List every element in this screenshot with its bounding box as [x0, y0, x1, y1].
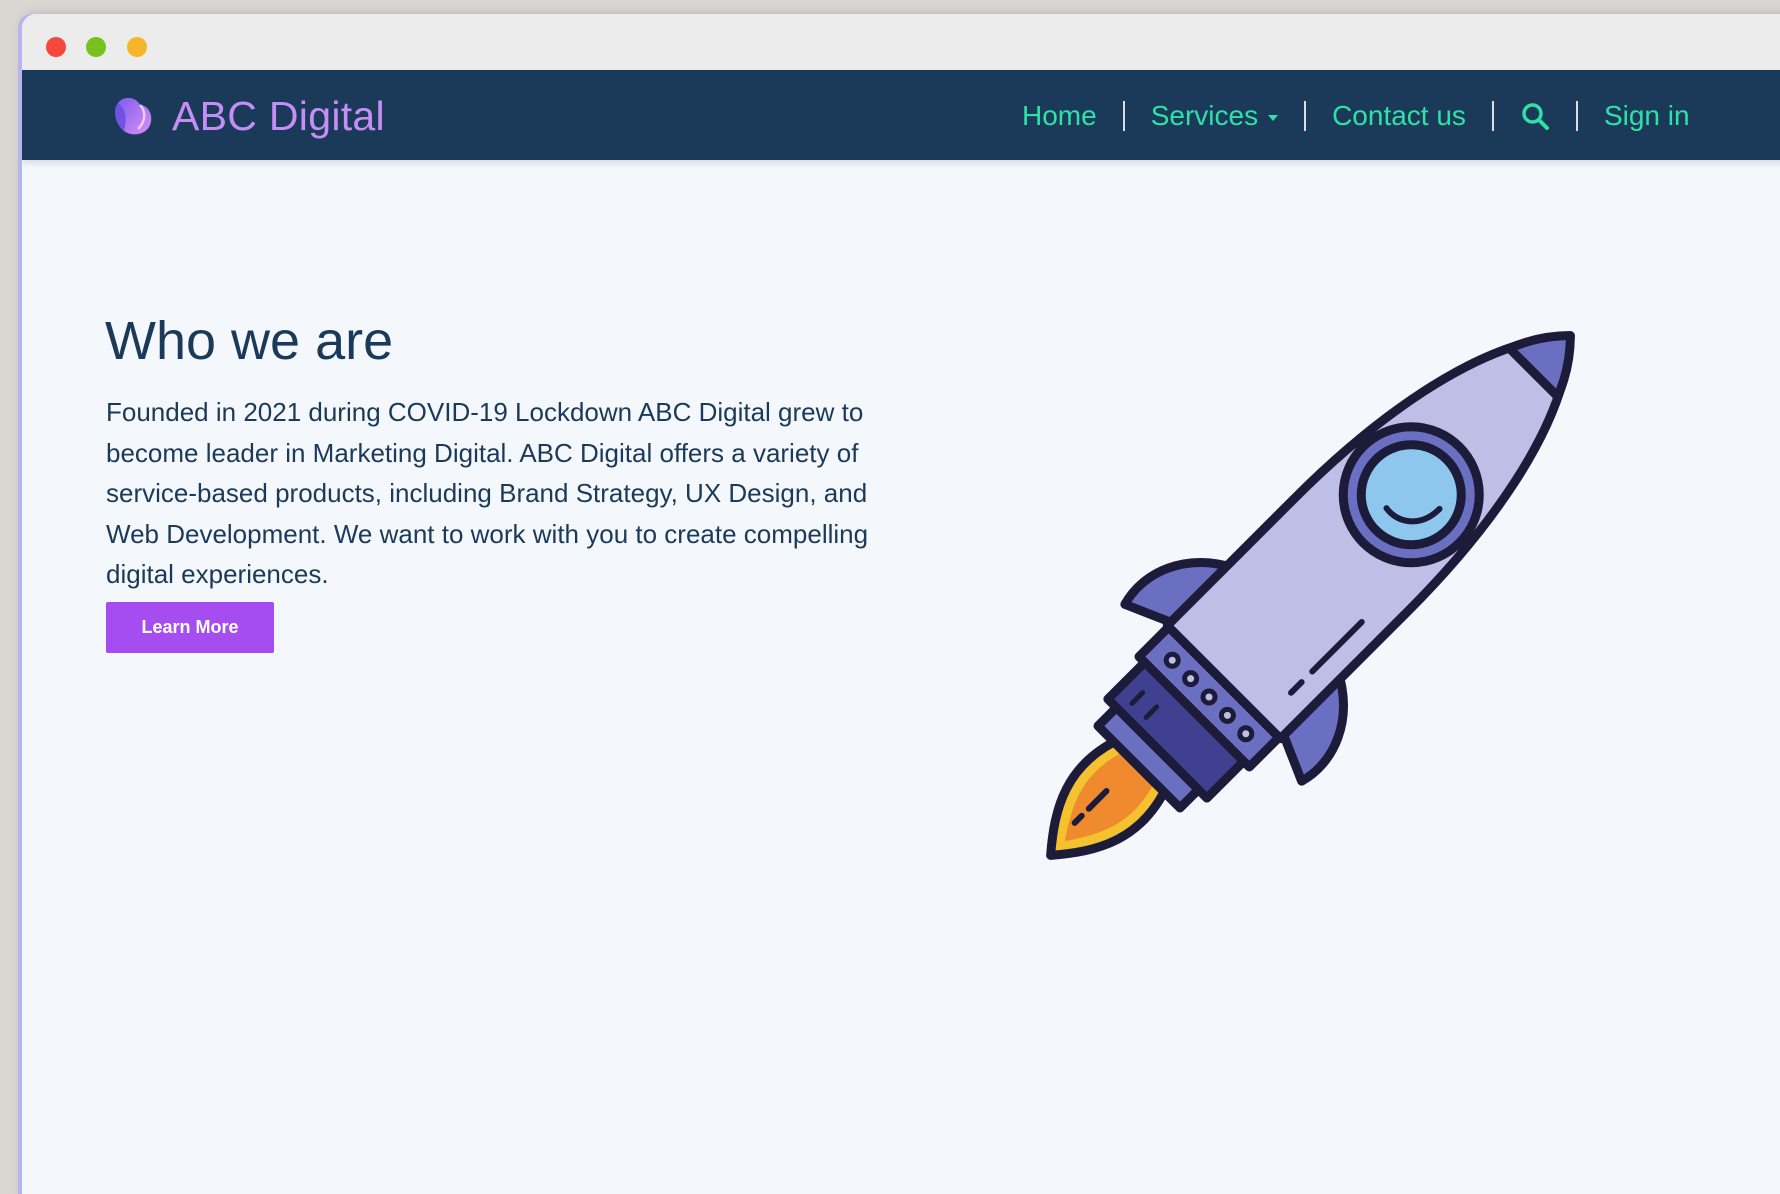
nav-services-label: Services — [1150, 100, 1259, 131]
nav-divider — [1304, 101, 1307, 131]
nav-divider — [1491, 101, 1494, 131]
nav-home-link[interactable]: Home — [1022, 100, 1097, 132]
nav-divider — [1575, 101, 1578, 131]
nav-signin-link[interactable]: Sign in — [1604, 100, 1690, 132]
rocket-illustration — [1046, 331, 1575, 860]
brand-logo-icon — [115, 97, 152, 135]
hero-title: Who we are — [105, 311, 394, 371]
learn-more-button[interactable]: Learn More — [106, 602, 274, 653]
navbar: ABC Digital Home Services Contact us Sig… — [22, 70, 1780, 160]
minimize-window-button[interactable] — [86, 37, 106, 57]
browser-window: ABC Digital Home Services Contact us Sig… — [22, 14, 1780, 1194]
close-window-button[interactable] — [46, 37, 66, 57]
window-titlebar — [22, 14, 1780, 70]
hero-description: Founded in 2021 during COVID-19 Lockdown… — [106, 397, 869, 589]
search-icon[interactable] — [1520, 101, 1550, 131]
nav-services-dropdown[interactable]: Services — [1150, 100, 1279, 132]
maximize-window-button[interactable] — [127, 37, 147, 57]
main-nav: Home Services Contact us Sign in — [1022, 96, 1690, 136]
caret-down-icon — [1268, 114, 1279, 121]
brand-name: ABC Digital — [172, 92, 385, 139]
nav-contact-link[interactable]: Contact us — [1332, 100, 1466, 132]
nav-divider — [1122, 101, 1125, 131]
brand[interactable]: ABC Digital — [110, 92, 385, 140]
